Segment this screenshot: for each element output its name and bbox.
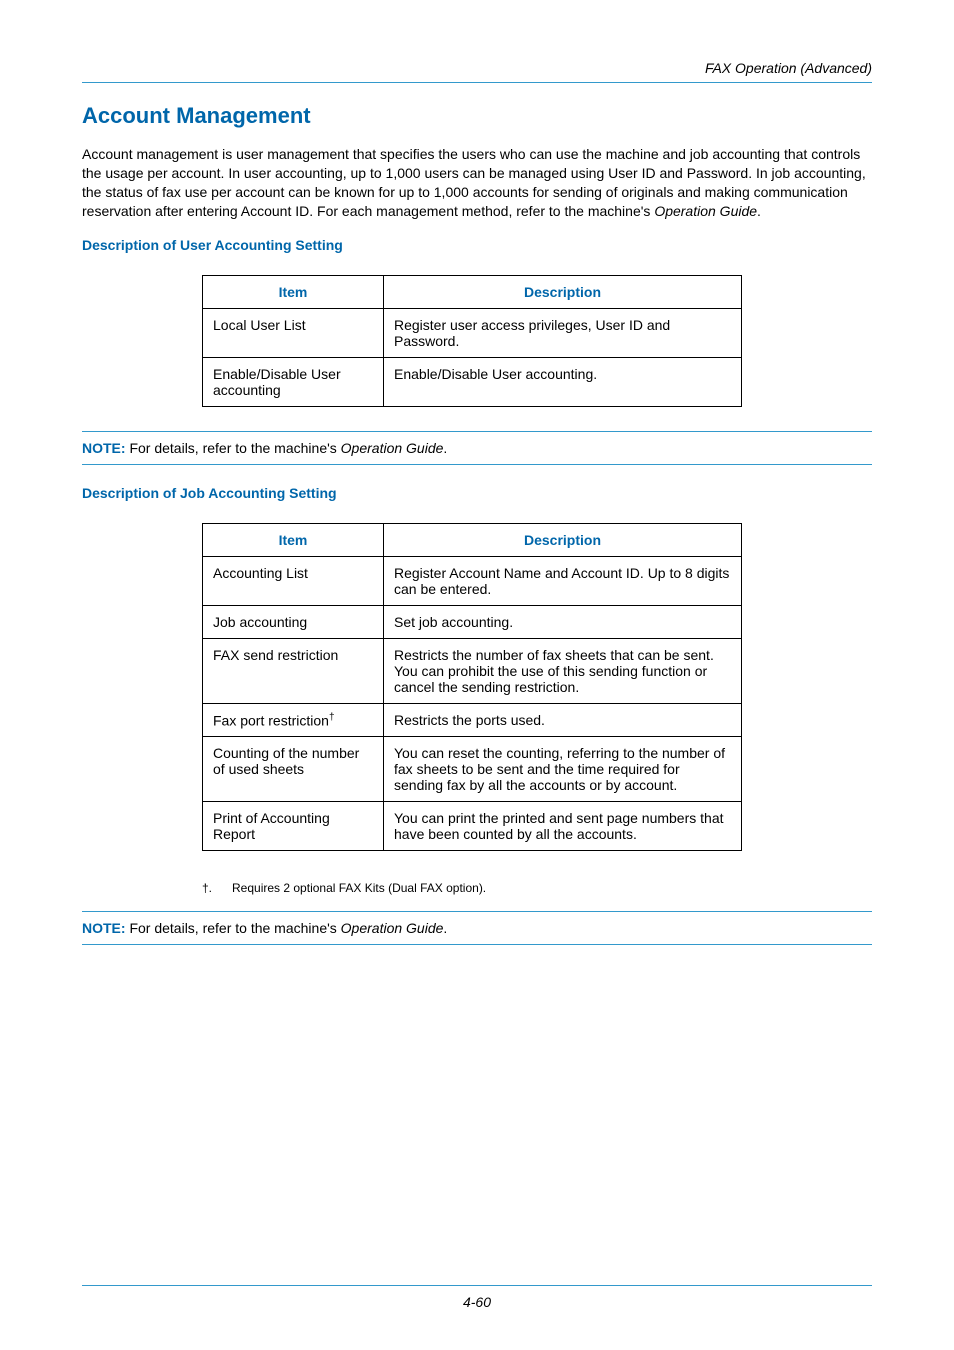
cell-description: You can reset the counting, referring to… [384, 737, 742, 802]
note-suffix: . [443, 440, 447, 456]
job-accounting-table-wrap: Item Description Accounting List Registe… [202, 523, 872, 852]
table-row: Accounting List Register Account Name an… [203, 556, 742, 605]
cell-item: Accounting List [203, 556, 384, 605]
note-emphasis: Operation Guide [341, 440, 444, 456]
footnote-mark: †. [202, 881, 212, 895]
dagger-icon: † [329, 712, 335, 723]
cell-description: Register Account Name and Account ID. Up… [384, 556, 742, 605]
cell-description: Enable/Disable User accounting. [384, 357, 742, 406]
cell-item: Local User List [203, 308, 384, 357]
cell-item: FAX send restriction [203, 638, 384, 703]
th-description: Description [384, 523, 742, 556]
cell-item: Print of Accounting Report [203, 802, 384, 851]
table-footnote: †. Requires 2 optional FAX Kits (Dual FA… [202, 875, 872, 895]
user-accounting-heading: Description of User Accounting Setting [82, 237, 872, 253]
table-row: Counting of the number of used sheets Yo… [203, 737, 742, 802]
table-row: Print of Accounting Report You can print… [203, 802, 742, 851]
cell-description: Restricts the number of fax sheets that … [384, 638, 742, 703]
note-block: NOTE: For details, refer to the machine'… [82, 431, 872, 465]
section-header: FAX Operation (Advanced) [82, 60, 872, 83]
table-row: Job accounting Set job accounting. [203, 605, 742, 638]
job-accounting-heading: Description of Job Accounting Setting [82, 485, 872, 501]
cell-description: Set job accounting. [384, 605, 742, 638]
cell-item-text: Fax port restriction [213, 712, 329, 728]
intro-text-suffix: . [757, 203, 761, 219]
cell-item: Job accounting [203, 605, 384, 638]
note-suffix: . [443, 920, 447, 936]
table-header-row: Item Description [203, 275, 742, 308]
note-block: NOTE: For details, refer to the machine'… [82, 911, 872, 945]
intro-paragraph: Account management is user management th… [82, 145, 872, 221]
note-label: NOTE: [82, 920, 126, 936]
cell-item: Fax port restriction† [203, 703, 384, 737]
th-description: Description [384, 275, 742, 308]
user-accounting-table: Item Description Local User List Registe… [202, 275, 742, 407]
cell-description: Register user access privileges, User ID… [384, 308, 742, 357]
page-footer: 4-60 [82, 1285, 872, 1310]
intro-emphasis: Operation Guide [654, 203, 757, 219]
cell-item: Counting of the number of used sheets [203, 737, 384, 802]
th-item: Item [203, 523, 384, 556]
table-header-row: Item Description [203, 523, 742, 556]
user-accounting-table-wrap: Item Description Local User List Registe… [202, 275, 872, 407]
note-label: NOTE: [82, 440, 126, 456]
footnote-text: Requires 2 optional FAX Kits (Dual FAX o… [232, 881, 486, 895]
cell-item: Enable/Disable User accounting [203, 357, 384, 406]
job-accounting-table: Item Description Accounting List Registe… [202, 523, 742, 852]
table-row: Fax port restriction† Restricts the port… [203, 703, 742, 737]
table-row: Local User List Register user access pri… [203, 308, 742, 357]
cell-description: You can print the printed and sent page … [384, 802, 742, 851]
cell-description: Restricts the ports used. [384, 703, 742, 737]
page-title: Account Management [82, 103, 872, 129]
note-text: For details, refer to the machine's [126, 440, 341, 456]
table-row: FAX send restriction Restricts the numbe… [203, 638, 742, 703]
th-item: Item [203, 275, 384, 308]
note-text: For details, refer to the machine's [126, 920, 341, 936]
table-row: Enable/Disable User accounting Enable/Di… [203, 357, 742, 406]
note-emphasis: Operation Guide [341, 920, 444, 936]
